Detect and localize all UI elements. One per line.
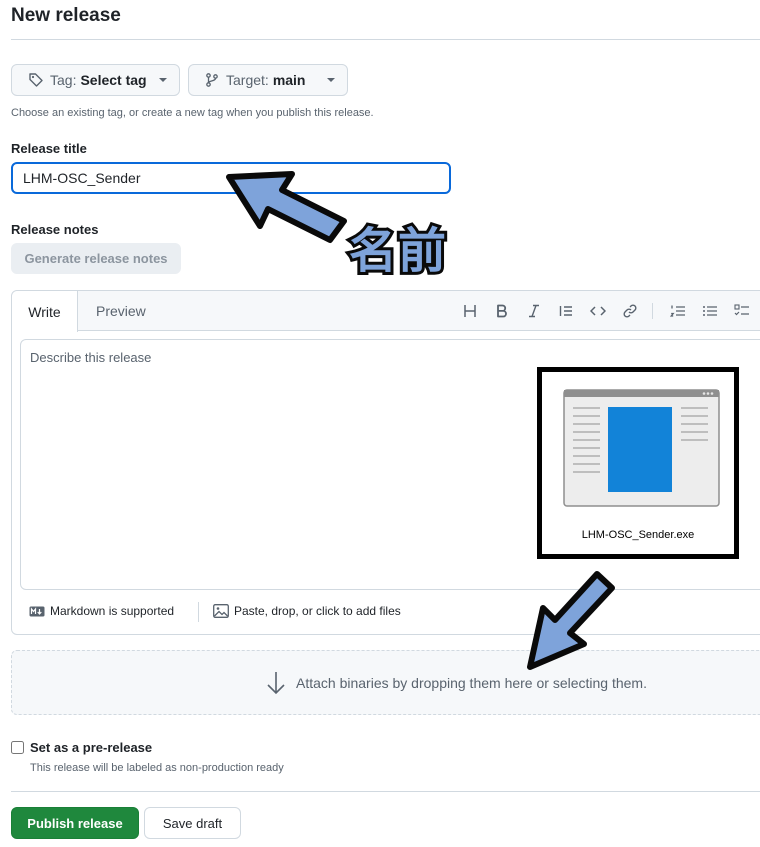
- prerelease-description: This release will be labeled as non-prod…: [30, 762, 284, 774]
- publish-release-button[interactable]: Publish release: [11, 807, 139, 839]
- code-icon[interactable]: [590, 303, 606, 319]
- chevron-down-icon: [327, 78, 335, 82]
- dropzone-label: Attach binaries by dropping them here or…: [296, 675, 647, 691]
- target-value: main: [272, 72, 306, 88]
- image-icon: [213, 604, 229, 618]
- release-title-input[interactable]: [11, 162, 451, 194]
- binaries-dropzone[interactable]: Attach binaries by dropping them here or…: [11, 650, 760, 715]
- toolbar-divider: [652, 303, 653, 319]
- release-notes-label: Release notes: [11, 222, 99, 237]
- heading-icon[interactable]: [462, 303, 478, 319]
- release-title-label: Release title: [11, 141, 87, 156]
- tag-icon: [29, 73, 43, 87]
- arrow-down-icon: [267, 672, 285, 695]
- markdown-help-link[interactable]: Markdown is supported: [29, 604, 174, 618]
- tag-hint-text: Choose an existing tag, or create a new …: [11, 107, 374, 119]
- ordered-list-icon[interactable]: [670, 303, 686, 319]
- prerelease-checkbox[interactable]: [11, 741, 24, 754]
- markdown-label: Markdown is supported: [50, 604, 175, 618]
- tab-write[interactable]: Write: [12, 291, 78, 332]
- actions-divider: [11, 791, 760, 792]
- unordered-list-icon[interactable]: [702, 303, 718, 319]
- chevron-down-icon: [159, 78, 167, 82]
- release-notes-placeholder: Describe this release: [30, 350, 152, 365]
- tag-prefix: Tag:: [50, 72, 77, 88]
- tag-value: Select tag: [80, 72, 147, 88]
- dropzone-content: Attach binaries by dropping them here or…: [266, 671, 647, 695]
- add-files-label: Paste, drop, or click to add files: [234, 604, 401, 618]
- application-icon: [563, 389, 720, 507]
- name-annotation-label: 名前: [346, 220, 449, 282]
- page-title: New release: [11, 5, 121, 26]
- target-prefix: Target:: [226, 72, 269, 88]
- save-draft-button[interactable]: Save draft: [144, 807, 241, 839]
- file-name-label: LHM-OSC_Sender.exe: [581, 529, 695, 541]
- bold-icon[interactable]: [494, 303, 510, 319]
- markdown-icon: [29, 606, 45, 616]
- tab-preview[interactable]: Preview: [96, 291, 146, 331]
- title-divider: [11, 39, 760, 40]
- footer-divider: [198, 602, 199, 622]
- file-preview-overlay: LHM-OSC_Sender.exe: [537, 367, 739, 559]
- task-list-icon[interactable]: [734, 303, 750, 319]
- link-icon[interactable]: [622, 303, 638, 319]
- quote-icon[interactable]: [558, 303, 574, 319]
- generate-release-notes-button[interactable]: Generate release notes: [11, 243, 181, 274]
- tag-select-button[interactable]: Tag: Select tag: [11, 64, 180, 96]
- editor-tab-bar: Write Preview: [12, 291, 760, 332]
- prerelease-label[interactable]: Set as a pre-release: [30, 740, 152, 755]
- italic-icon[interactable]: [526, 303, 542, 319]
- add-files-button[interactable]: Paste, drop, or click to add files: [213, 604, 401, 618]
- branch-icon: [206, 73, 218, 87]
- target-select-button[interactable]: Target: main: [188, 64, 348, 96]
